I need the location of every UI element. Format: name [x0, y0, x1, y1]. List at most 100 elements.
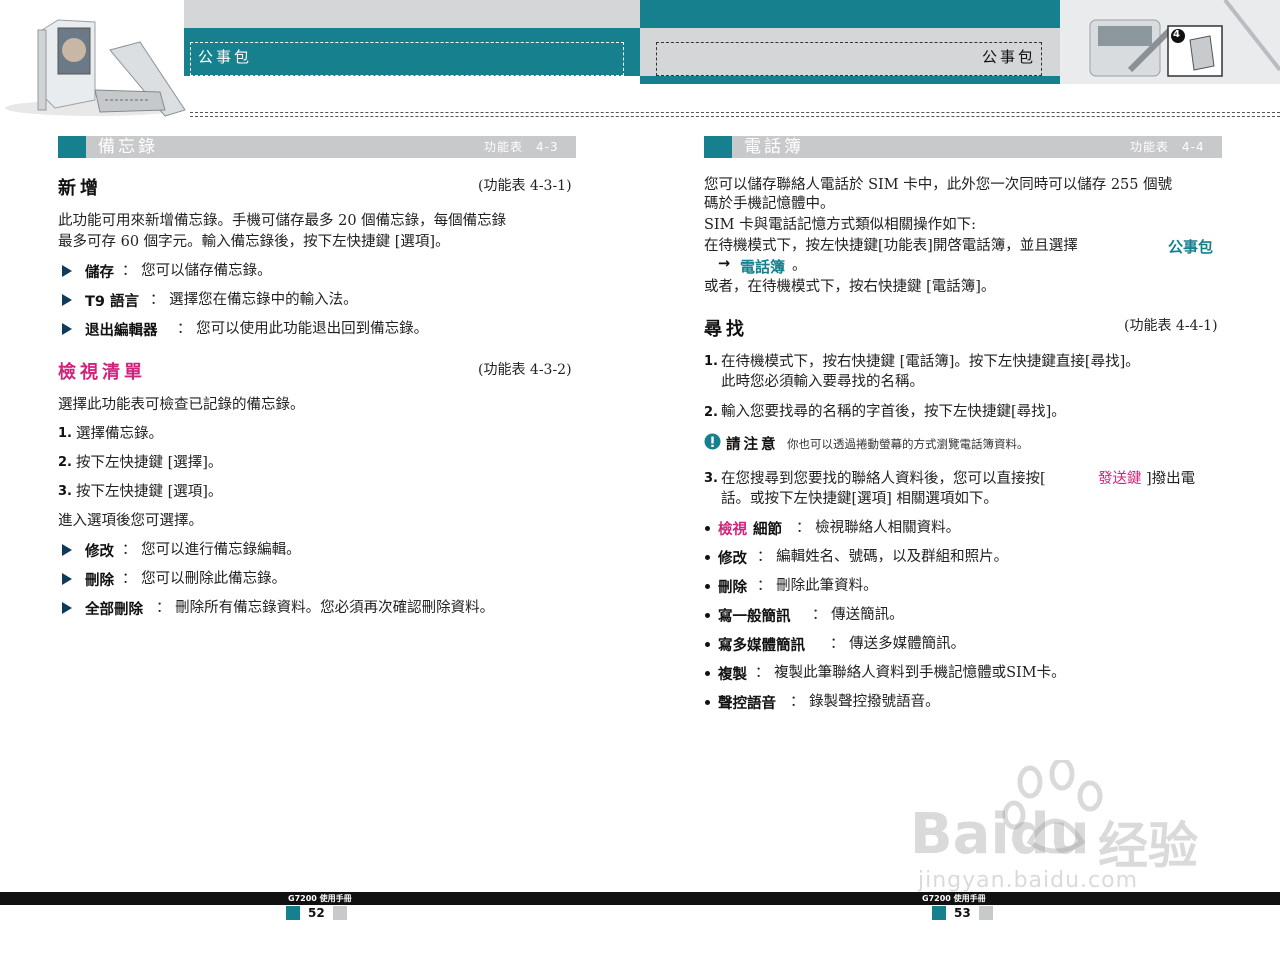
- phonebook-intro-line3: SIM 卡與電話記憶方式類似相關操作如下:: [704, 217, 977, 233]
- new-item-label: 儲存: [85, 265, 114, 281]
- note-label: 請注意: [726, 437, 779, 453]
- search-ref: (功能表 4-4-1): [1124, 318, 1218, 334]
- search-heading: 尋找: [704, 319, 748, 340]
- note-text: 你也可以透過捲動螢幕的方式瀏覽電話簿資料。: [787, 437, 1029, 451]
- new-item-text: ： 選擇您在備忘錄中的輸入法。: [150, 292, 358, 308]
- header-right-teal-band: [640, 0, 1060, 28]
- phonebook-section-title: 電話簿: [744, 137, 804, 157]
- arrow-icon: →: [718, 256, 731, 272]
- view-intro: 選擇此功能表可檢查已記錄的備忘錄。: [58, 397, 305, 413]
- phonebook-section-square: [704, 136, 732, 158]
- header-divider-dashed: [190, 112, 1280, 113]
- option-label: 寫一般簡訊: [718, 609, 791, 625]
- memo-section-title: 備忘錄: [98, 137, 158, 157]
- step-number: 2.: [58, 455, 72, 470]
- phone-illustration: [5, 19, 186, 117]
- search-step3-line1a: 在您搜尋到您要找的聯絡人資料後，您可以直接按[: [721, 471, 1046, 487]
- header-left-grey-band: [184, 0, 640, 28]
- phonebook-menu-link[interactable]: 電話簿: [740, 256, 785, 277]
- warning-icon: [704, 433, 721, 450]
- phonebook-section-ref: 功能表 4-4: [1130, 140, 1205, 154]
- search-step3-line2: 話。或按下左快捷鍵[選項] 相關選項如下。: [721, 491, 998, 507]
- search-step3-line1b: ]撥出電: [1146, 471, 1196, 487]
- footer-bar: [0, 892, 1280, 905]
- watermark-url: jingyan.baidu.com: [918, 868, 1139, 893]
- option-text: ： 刪除此筆資料。: [757, 578, 878, 594]
- section-badge-number: 4: [1173, 29, 1180, 40]
- option-text: ： 傳送簡訊。: [812, 607, 904, 623]
- view-item-label: 全部刪除: [85, 602, 143, 618]
- watermark-brand: Baidu: [910, 802, 1090, 867]
- step-number: 1.: [704, 354, 718, 369]
- page-marker-left: [286, 906, 300, 920]
- step-text: 按下左快捷鍵 [選擇]。: [76, 455, 223, 471]
- option-label: 聲控語音: [718, 696, 776, 712]
- option-text: ： 複製此筆聯絡人資料到手機記憶體或SIM卡。: [755, 665, 1066, 681]
- header-left-title: 公事包: [198, 48, 253, 66]
- view-list-heading: 檢視清單: [58, 362, 146, 383]
- page-number-left: 52: [308, 906, 325, 920]
- bullet-arrow-icon: [62, 544, 72, 556]
- footer-manual-label-left: G7200 使用手冊: [288, 894, 352, 903]
- bullet-dot-icon: [705, 671, 710, 676]
- bullet-dot-icon: [705, 526, 710, 531]
- period: 。: [792, 258, 807, 274]
- option-label: 刪除: [718, 580, 747, 596]
- step-number: 3.: [704, 471, 718, 486]
- option-text: ： 錄製聲控撥號語音。: [790, 694, 940, 710]
- step-number: 3.: [58, 484, 72, 499]
- page-marker-right-grey: [979, 906, 993, 920]
- bullet-dot-icon: [705, 584, 710, 589]
- header-right-title: 公事包: [982, 48, 1037, 66]
- option-label: 複製: [718, 667, 747, 683]
- option-text: ： 編輯姓名、號碼，以及群組和照片。: [757, 549, 1009, 565]
- memo-section-square: [58, 136, 86, 158]
- option-text: ： 檢視聯絡人相關資料。: [796, 520, 961, 536]
- option-label: 細節: [753, 522, 782, 538]
- footer-manual-label-right: G7200 使用手冊: [922, 894, 986, 903]
- new-ref: (功能表 4-3-1): [478, 178, 572, 194]
- view-item-text: ： 刪除所有備忘錄資料。您必須再次確認刪除資料。: [156, 600, 495, 616]
- option-label: 寫多媒體簡訊: [718, 638, 805, 654]
- send-key-label: 發送鍵: [1098, 471, 1142, 487]
- new-item-text: ： 您可以儲存備忘錄。: [122, 263, 272, 279]
- bullet-arrow-icon: [62, 323, 72, 335]
- option-label-highlight: 檢視: [718, 522, 747, 538]
- step-text: 選擇備忘錄。: [76, 426, 163, 442]
- bullet-dot-icon: [705, 555, 710, 560]
- bullet-dot-icon: [705, 642, 710, 647]
- bullet-arrow-icon: [62, 602, 72, 614]
- step-text: 按下左快捷鍵 [選項]。: [76, 484, 223, 500]
- step-number: 2.: [704, 405, 718, 420]
- bullet-arrow-icon: [62, 265, 72, 277]
- memo-section-ref: 功能表 4-3: [484, 140, 559, 154]
- header-left-dashed-frame: [190, 42, 624, 76]
- search-step1-line1: 在待機模式下，按右快捷鍵 [電話簿]。按下左快捷鍵直接[尋找]。: [721, 354, 1140, 370]
- bullet-arrow-icon: [62, 573, 72, 585]
- new-heading: 新增: [58, 178, 102, 199]
- phone-illustration-right: [1060, 0, 1280, 84]
- new-item-text: ： 您可以使用此功能退出回到備忘錄。: [177, 321, 429, 337]
- view-item-text: ： 您可以刪除此備忘錄。: [122, 571, 287, 587]
- briefcase-menu-link[interactable]: 公事包: [1168, 236, 1213, 257]
- page-marker-right: [932, 906, 946, 920]
- header-divider-dashed-2: [190, 116, 1280, 117]
- search-step1-line2: 此時您必須輸入要尋找的名稱。: [721, 374, 924, 390]
- view-list-ref: (功能表 4-3-2): [478, 362, 572, 378]
- search-step2: 輸入您要找尋的名稱的字首後，按下左快捷鍵[尋找]。: [721, 404, 1066, 420]
- bullet-dot-icon: [705, 613, 710, 618]
- bullet-arrow-icon: [62, 294, 72, 306]
- view-after: 進入選項後您可選擇。: [58, 513, 203, 529]
- view-item-text: ： 您可以進行備忘錄編輯。: [122, 542, 301, 558]
- page-marker-left-grey: [333, 906, 347, 920]
- step-number: 1.: [58, 426, 72, 441]
- option-label: 修改: [718, 551, 747, 567]
- phonebook-intro-line5: 或者，在待機模式下，按右快捷鍵 [電話簿]。: [704, 279, 996, 295]
- view-item-label: 刪除: [85, 573, 114, 589]
- option-text: ： 傳送多媒體簡訊。: [830, 636, 966, 652]
- new-para-line1: 此功能可用來新增備忘錄。手機可儲存最多 20 個備忘錄，每個備忘錄: [58, 213, 507, 229]
- phonebook-intro-line1: 您可以儲存聯絡人電話於 SIM 卡中，此外您一次同時可以儲存 255 個號: [704, 177, 1173, 193]
- new-item-label: 退出編輯器: [85, 323, 158, 339]
- new-para-line2: 最多可存 60 個字元。輸入備忘錄後，按下左快捷鍵 [選項]。: [58, 234, 450, 250]
- phonebook-intro-line4: 在待機模式下，按左快捷鍵[功能表]開啓電話簿，並且選擇: [704, 238, 1078, 254]
